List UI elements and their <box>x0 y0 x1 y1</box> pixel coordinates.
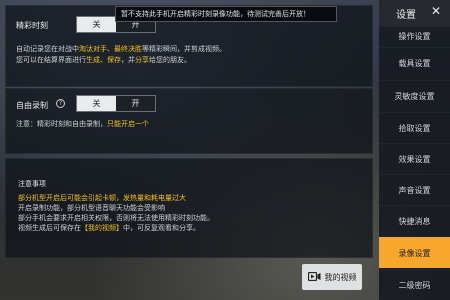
notes-line-1: 部分机型开启后可能会引起卡顿，发热量和耗电量过大 <box>18 194 186 202</box>
free-record-toggle-on-option[interactable]: 开 <box>116 96 155 111</box>
notes-title: 注意事项 <box>18 180 46 188</box>
my-video-label: 我的视频 <box>324 272 357 282</box>
sidebar-item-sensitivity[interactable]: 灵敏度设置 <box>379 80 450 111</box>
notes-line-4: 视频生成后可保存在【我的视频】中，可反复观看和分享。 <box>18 224 200 232</box>
settings-sidebar: 设置 ✕ 操作设置 载具设置 灵敏度设置 拾取设置 效果设置 声音设置 快捷消息… <box>379 0 450 300</box>
video-camera-icon <box>307 271 321 283</box>
sidebar-item-quick-messages[interactable]: 快捷消息 <box>379 205 450 236</box>
sidebar-item-controls[interactable]: 操作设置 <box>379 26 450 46</box>
free-record-toggle[interactable]: 关 开 <box>76 95 156 112</box>
sidebar-item-effects[interactable]: 效果设置 <box>379 143 450 174</box>
settings-title: 设置 <box>396 10 416 21</box>
help-icon[interactable]: ? <box>56 99 65 108</box>
highlight-description-line1: 自动记录您在对战中淘汰对手、最终决胜等精彩瞬间，并剪成视频。 <box>16 45 226 53</box>
free-record-note: 注意：精彩时刻和自由录制，只能开启一个 <box>16 120 149 128</box>
sidebar-item-sound[interactable]: 声音设置 <box>379 174 450 205</box>
close-icon[interactable]: ✕ <box>431 4 441 18</box>
notes-line-2: 开启录制功能，部分机型语音聊天功能会受影响 <box>18 204 165 212</box>
notes-panel: 注意事项 部分机型开启后可能会引起卡顿，发热量和耗电量过大 开启录制功能，部分机… <box>5 158 373 258</box>
sidebar-item-recording[interactable]: 录像设置 <box>379 237 450 268</box>
highlight-toggle-off-option[interactable]: 关 <box>77 17 116 32</box>
free-record-label: 自由录制 <box>16 101 48 110</box>
unsupported-device-tooltip: 暂不支持此手机开启精彩时刻录像功能，待测试完善后开放！ <box>115 6 337 22</box>
sidebar-item-vehicle[interactable]: 载具设置 <box>379 47 450 78</box>
my-video-button[interactable]: 我的视频 <box>302 264 362 290</box>
settings-header: 设置 ✕ <box>379 0 450 26</box>
sidebar-item-pickup[interactable]: 拾取设置 <box>379 112 450 143</box>
notes-line-3: 部分手机会要求开启相关权限，否则将无法使用精彩时刻功能。 <box>18 214 214 222</box>
highlight-description-line2: 您可以在结算界面进行生成、保存，并分享给您的朋友。 <box>16 56 191 64</box>
free-record-toggle-off-option[interactable]: 关 <box>77 96 116 111</box>
free-record-panel: 自由录制 ? 关 开 注意：精彩时刻和自由录制，只能开启一个 <box>5 88 373 154</box>
highlight-moments-label: 精彩时刻 <box>16 21 48 30</box>
sidebar-item-secondary-password[interactable]: 二级密码 <box>379 269 450 300</box>
